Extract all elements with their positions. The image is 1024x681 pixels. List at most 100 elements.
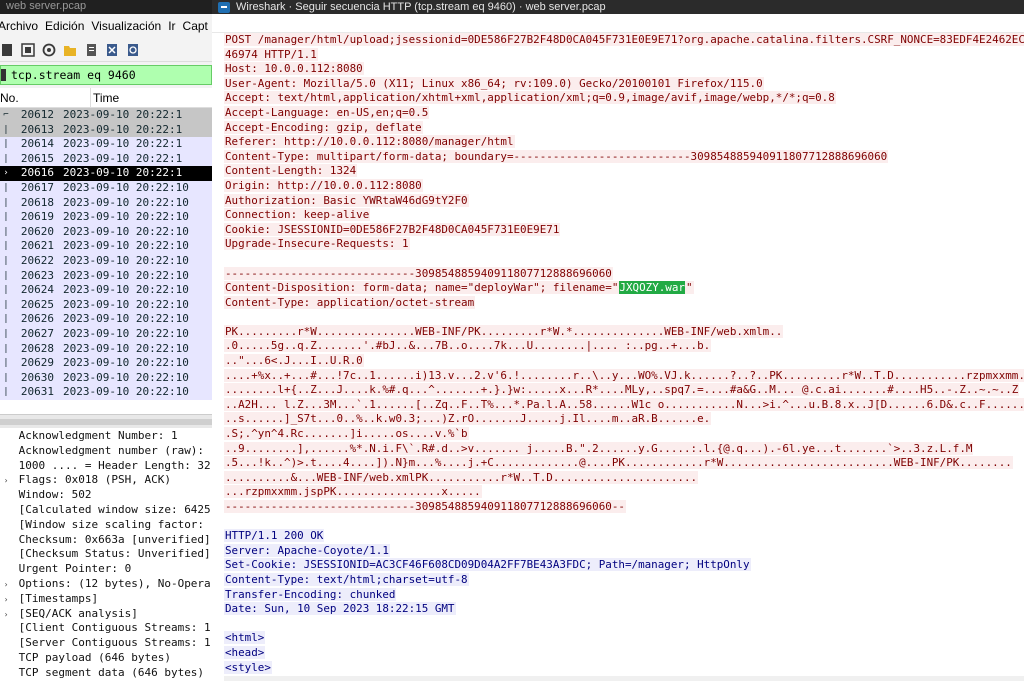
server-line: Content-Type: text/html;charset=utf-8 [224, 572, 1024, 588]
stream-text: Date: Sun, 10 Sep 2023 18:22:15 GMT [224, 602, 456, 616]
pane-splitter[interactable] [0, 414, 212, 428]
detail-row[interactable]: Window: 502 [0, 488, 212, 503]
packet-row[interactable]: | 20622 2023-09-10 20:22:10 [0, 253, 212, 269]
display-filter-input[interactable]: tcp.stream eq 9460 [0, 65, 212, 85]
menu-capturar[interactable]: Capt [183, 14, 212, 38]
packet-row[interactable]: | 20623 2023-09-10 20:22:10 [0, 268, 212, 284]
packet-marker: | [3, 139, 9, 150]
client-line: ...rzpmxxmm.jspPK................x..... [224, 485, 1024, 500]
packet-time: 2023-09-10 20:22:10 [63, 239, 189, 253]
stream-text: Connection: keep-alive [224, 208, 371, 222]
packet-row[interactable]: | 20627 2023-09-10 20:22:10 [0, 326, 212, 342]
client-line: Cookie: JSESSIONID=0DE586F27B2F48D0CA045… [224, 222, 1024, 238]
packet-marker: | [3, 343, 9, 354]
client-line: Connection: keep-alive [224, 208, 1024, 223]
packet-row[interactable]: | 20625 2023-09-10 20:22:10 [0, 297, 212, 313]
menu-edicion[interactable]: Edición [45, 14, 91, 38]
packet-marker: | [3, 299, 9, 310]
detail-row[interactable]: [Calculated window size: 6425 [0, 503, 212, 518]
stream-blank-line [224, 617, 1024, 632]
packet-row[interactable]: | 20621 2023-09-10 20:22:10 [0, 239, 212, 254]
stream-text: Host: 10.0.0.112:8080 [224, 62, 364, 76]
client-line: ....+%x..+...#...!7c..1......i)13.v...2.… [224, 368, 1024, 384]
packet-marker: | [3, 270, 9, 281]
expand-arrow-icon[interactable]: › [0, 593, 12, 608]
detail-row[interactable]: › [Timestamps] [0, 592, 212, 607]
packet-row[interactable]: | 20631 2023-09-10 20:22:10 [0, 385, 212, 400]
detail-row[interactable]: [Client Contiguous Streams: 1 [0, 621, 212, 636]
detail-row[interactable]: Checksum: 0x663a [unverified] [0, 533, 212, 548]
packet-marker: | [3, 124, 9, 135]
horizontal-scrollbar[interactable] [0, 419, 212, 425]
stop-icon[interactable] [0, 43, 14, 57]
packet-marker: | [3, 372, 9, 383]
detail-row[interactable]: › Flags: 0x018 (PSH, ACK) [0, 473, 212, 488]
expand-arrow-icon[interactable]: › [0, 608, 12, 623]
packet-row[interactable]: | 20630 2023-09-10 20:22:10 [0, 370, 212, 386]
client-line: ..........&...WEB-INF/web.xmlPK.........… [224, 470, 1024, 486]
stream-text: Accept-Language: en-US,en;q=0.5 [224, 105, 430, 119]
packet-time: 2023-09-10 20:22:10 [63, 312, 189, 326]
close-file-icon[interactable] [105, 43, 119, 57]
packet-row[interactable]: › 20616 2023-09-10 20:22:1 [0, 166, 212, 181]
detail-text: Options: (12 bytes), No-Opera [18, 576, 211, 590]
packet-row[interactable]: | 20614 2023-09-10 20:22:1 [0, 137, 212, 152]
detail-row[interactable]: 1000 .... = Header Length: 32 [0, 459, 212, 474]
detail-row[interactable]: TCP payload (646 bytes) [0, 651, 212, 666]
column-time[interactable]: Time [90, 88, 119, 107]
expand-arrow-icon[interactable]: › [0, 474, 12, 489]
menu-visualizacion[interactable]: Visualización [91, 14, 168, 38]
server-line: Transfer-Encoding: chunked [224, 587, 1024, 603]
packet-row[interactable]: | 20626 2023-09-10 20:22:10 [0, 312, 212, 327]
follow-window-top [212, 14, 1024, 33]
packet-row[interactable]: | 20613 2023-09-10 20:22:1 [0, 122, 212, 138]
detail-row[interactable]: Acknowledgment number (raw): [0, 444, 212, 459]
packet-marker: | [3, 314, 9, 325]
stream-text: .5...!k..^)>.t....4....]).N}m...%....j.+… [224, 456, 1013, 470]
bookmark-icon[interactable] [1, 69, 6, 81]
detail-text: TCP segment data (646 bytes) [18, 665, 205, 679]
detail-row[interactable]: › [SEQ/ACK analysis] [0, 607, 212, 622]
stream-text: ..........&...WEB-INF/web.xmlPK.........… [224, 470, 699, 484]
detail-row[interactable]: Acknowledgment Number: 1 [0, 429, 212, 444]
stream-content[interactable]: POST /manager/html/upload;jsessionid=0DE… [224, 33, 1024, 681]
menu-archivo[interactable]: Archivo [0, 14, 45, 38]
search-highlight: JXQOZY.war [619, 281, 685, 295]
packet-row[interactable]: | 20624 2023-09-10 20:22:10 [0, 283, 212, 298]
client-line: Content-Disposition: form-data; name="de… [224, 281, 1024, 296]
main-window: web server.pcap Archivo Edición Visualiz… [0, 0, 212, 681]
reload-icon[interactable] [126, 43, 140, 57]
detail-row[interactable]: › Options: (12 bytes), No-Opera [0, 577, 212, 592]
packet-row[interactable]: | 20620 2023-09-10 20:22:10 [0, 224, 212, 240]
detail-row[interactable]: Urgent Pointer: 0 [0, 562, 212, 577]
packet-row[interactable]: | 20618 2023-09-10 20:22:10 [0, 195, 212, 211]
detail-row[interactable]: [Server Contiguous Streams: 1 [0, 636, 212, 651]
packet-row[interactable]: | 20619 2023-09-10 20:22:10 [0, 210, 212, 225]
client-line: Referer: http://10.0.0.112:8080/manager/… [224, 135, 1024, 150]
restart-icon[interactable] [21, 42, 35, 57]
packet-number: 20614 [20, 137, 54, 151]
detail-row[interactable]: TCP segment data (646 bytes) [0, 666, 212, 681]
open-file-icon[interactable] [63, 43, 77, 57]
expand-arrow-icon[interactable]: › [0, 578, 12, 593]
column-no[interactable]: No. [0, 88, 90, 107]
packet-number: 20625 [20, 297, 54, 311]
packet-row[interactable]: | 20617 2023-09-10 20:22:10 [0, 180, 212, 196]
packet-row[interactable]: | 20615 2023-09-10 20:22:1 [0, 151, 212, 167]
packet-row[interactable]: | 20629 2023-09-10 20:22:10 [0, 356, 212, 371]
packet-row[interactable]: ⌐ 20612 2023-09-10 20:22:1 [0, 108, 212, 123]
menu-ir[interactable]: Ir [168, 14, 182, 38]
packet-row[interactable]: | 20628 2023-09-10 20:22:10 [0, 341, 212, 357]
detail-row[interactable]: [Checksum Status: Unverified] [0, 547, 212, 562]
client-line: Upgrade-Insecure-Requests: 1 [224, 237, 1024, 252]
packet-time: 2023-09-10 20:22:10 [63, 224, 189, 238]
packet-number: 20629 [20, 356, 54, 370]
follow-window-bottom [224, 676, 1024, 681]
file-icon[interactable] [84, 43, 98, 57]
detail-text: [Client Contiguous Streams: 1 [18, 621, 211, 635]
packet-marker: | [3, 255, 9, 266]
detail-row[interactable]: [Window size scaling factor: [0, 518, 212, 533]
stream-blank-line [224, 310, 1024, 325]
detail-text: Urgent Pointer: 0 [18, 562, 132, 576]
options-icon[interactable] [42, 43, 56, 57]
